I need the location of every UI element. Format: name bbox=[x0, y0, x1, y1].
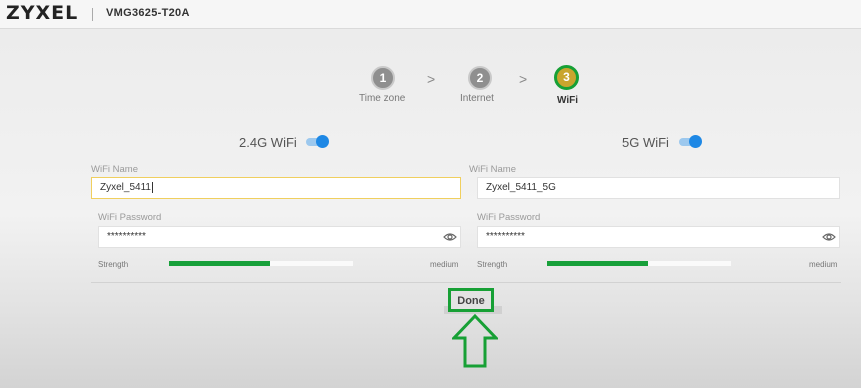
wifi24-strength-fill bbox=[169, 261, 271, 266]
wifi5-password-value: ********** bbox=[486, 231, 525, 242]
toggle-knob bbox=[689, 135, 702, 148]
step-3-circle: 3 bbox=[554, 65, 579, 90]
wifi24-strength-value: medium bbox=[430, 260, 459, 269]
wifi5-name-label: WiFi Name bbox=[469, 164, 516, 175]
wifi24-name-label: WiFi Name bbox=[91, 164, 138, 175]
wifi24-name-input[interactable]: Zyxel_5411 bbox=[91, 177, 461, 199]
eye-icon[interactable] bbox=[822, 231, 836, 243]
step-2-label: Internet bbox=[460, 93, 494, 104]
wifi5-title: 5G WiFi bbox=[622, 135, 669, 150]
wifi5-strength-fill bbox=[547, 261, 649, 266]
wifi24-password-input[interactable]: ********** bbox=[98, 226, 461, 248]
wifi24-strength-label: Strength bbox=[98, 260, 129, 269]
wifi5-toggle[interactable] bbox=[679, 135, 702, 148]
toggle-knob bbox=[316, 135, 329, 148]
text-caret bbox=[151, 181, 153, 193]
up-arrow-icon bbox=[452, 314, 498, 368]
wifi24-toggle[interactable] bbox=[306, 135, 329, 148]
step-1-circle: 1 bbox=[371, 66, 395, 90]
wifi24-password-value: ********** bbox=[107, 231, 146, 242]
eye-icon[interactable] bbox=[443, 231, 457, 243]
step-3-label: WiFi bbox=[557, 95, 579, 106]
wifi24-password-label: WiFi Password bbox=[98, 212, 162, 223]
wifi5-strength-label: Strength bbox=[477, 260, 508, 269]
wifi5-name-input[interactable]: Zyxel_5411_5G bbox=[477, 177, 840, 199]
step-2-circle: 2 bbox=[468, 66, 492, 90]
step-1-label: Time zone bbox=[359, 93, 406, 104]
header-divider bbox=[92, 8, 93, 21]
zyxel-logo: ZYXEL bbox=[6, 2, 79, 24]
step-chevron-2: > bbox=[519, 71, 528, 87]
wifi24-title: 2.4G WiFi bbox=[239, 135, 297, 150]
wifi5-password-label: WiFi Password bbox=[477, 212, 541, 223]
done-button[interactable]: Done bbox=[448, 288, 494, 312]
wifi24-name-value: Zyxel_5411 bbox=[100, 182, 151, 193]
form-separator bbox=[91, 282, 841, 283]
wifi5-name-value: Zyxel_5411_5G bbox=[486, 182, 556, 193]
model-name: VMG3625-T20A bbox=[106, 7, 190, 19]
wifi5-strength-bar bbox=[547, 261, 731, 266]
step-chevron-1: > bbox=[427, 71, 436, 87]
top-header: ZYXEL VMG3625-T20A bbox=[0, 0, 861, 29]
wifi5-strength-value: medium bbox=[809, 260, 838, 269]
done-button-label: Done bbox=[457, 295, 485, 307]
wifi5-password-input[interactable]: ********** bbox=[477, 226, 840, 248]
wifi24-strength-bar bbox=[169, 261, 353, 266]
